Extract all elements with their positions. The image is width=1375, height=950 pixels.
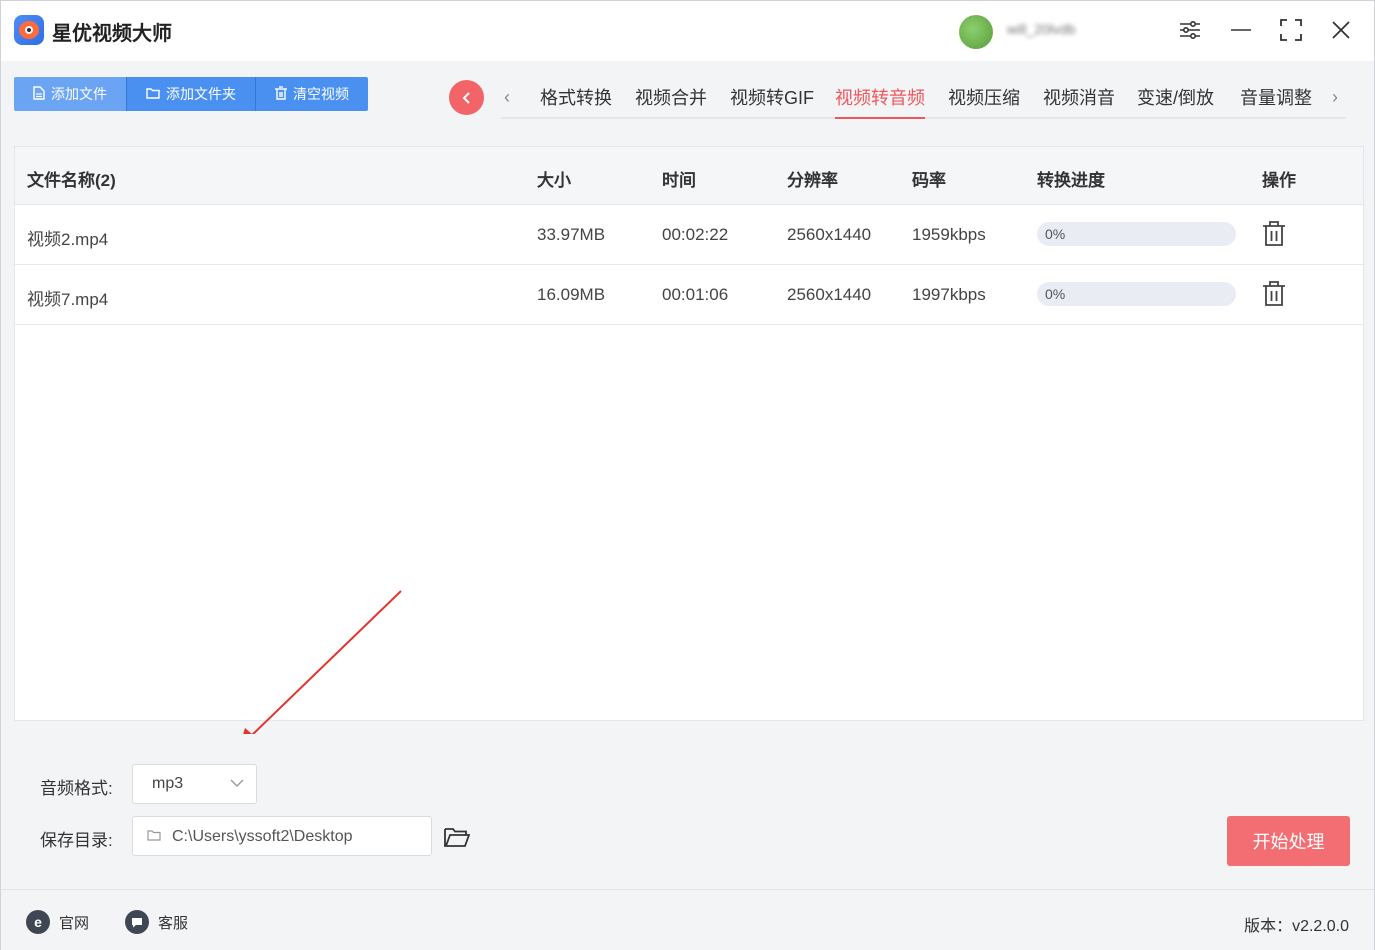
header-resolution: 分辨率 <box>787 171 838 190</box>
cell-resolution: 2560x1440 <box>787 225 872 244</box>
support-label: 客服 <box>158 914 189 932</box>
cell-size: 33.97MB <box>537 225 606 244</box>
progress-label: 0% <box>1045 286 1066 302</box>
trash-icon <box>275 85 287 103</box>
footer: e 官网 客服 版本：v2.2.0.0 <box>1 889 1374 950</box>
minimize-icon[interactable] <box>1226 15 1256 45</box>
maximize-icon[interactable] <box>1276 15 1306 45</box>
file-table: 文件名称(2) 大小 时间 分辨率 码率 转换进度 操作 视频2.mp4 33.… <box>14 146 1364 721</box>
close-icon[interactable] <box>1326 15 1356 45</box>
cell-time: 00:02:22 <box>662 225 729 244</box>
app-logo-icon <box>14 15 44 45</box>
add-file-label: 添加文件 <box>51 86 107 102</box>
cell-size: 16.09MB <box>537 285 606 304</box>
table-row[interactable]: 视频2.mp4 33.97MB 00:02:22 2560x1440 1959k… <box>15 205 1363 265</box>
audio-format-value: mp3 <box>152 775 184 792</box>
tab-video-mute[interactable]: 视频消音 <box>1043 84 1115 119</box>
back-button[interactable] <box>449 80 484 115</box>
user-account[interactable]: will_20lvdb <box>959 13 1159 49</box>
user-name: will_20lvdb <box>1007 21 1076 37</box>
chat-bubble-icon <box>125 910 149 934</box>
add-folder-label: 添加文件夹 <box>166 86 236 102</box>
cell-time: 00:01:06 <box>662 285 729 304</box>
header-time: 时间 <box>662 171 696 190</box>
app-title: 星优视频大师 <box>52 23 172 45</box>
cell-bitrate: 1997kbps <box>912 285 986 304</box>
add-folder-button[interactable]: 添加文件夹 <box>127 77 256 111</box>
cell-bitrate: 1959kbps <box>912 225 986 244</box>
cell-filename: 视频2.mp4 <box>27 230 109 249</box>
delete-trash-icon[interactable] <box>1262 281 1286 307</box>
cell-filename: 视频7.mp4 <box>27 290 109 309</box>
save-dir-input[interactable]: C:\Users\yssoft2\Desktop <box>132 816 432 856</box>
header-filename: 文件名称(2) <box>27 171 116 190</box>
header-action: 操作 <box>1262 171 1296 190</box>
delete-trash-icon[interactable] <box>1262 221 1286 247</box>
title-bar: 星优视频大师 will_20lvdb <box>1 1 1374 61</box>
folder-icon <box>146 87 160 102</box>
clear-video-label: 清空视频 <box>293 86 349 102</box>
progress-bar: 0% <box>1037 282 1236 306</box>
progress-bar: 0% <box>1037 222 1236 246</box>
tab-video-compress[interactable]: 视频压缩 <box>948 84 1020 119</box>
tab-video-to-gif[interactable]: 视频转GIF <box>730 84 814 119</box>
start-processing-button[interactable]: 开始处理 <box>1227 816 1350 866</box>
cell-resolution: 2560x1440 <box>787 285 872 304</box>
file-icon <box>33 85 45 103</box>
tab-video-to-audio[interactable]: 视频转音频 <box>835 84 925 119</box>
save-dir-label: 保存目录: <box>40 831 113 850</box>
folder-icon <box>147 830 161 841</box>
tab-scroll-left-icon[interactable]: ‹ <box>504 87 510 108</box>
table-row[interactable]: 视频7.mp4 16.09MB 00:01:06 2560x1440 1997k… <box>15 265 1363 325</box>
tab-volume-adjust[interactable]: 音量调整 <box>1240 84 1312 119</box>
annotation-arrow <box>239 590 402 748</box>
header-bitrate: 码率 <box>912 171 946 190</box>
ie-icon: e <box>26 910 50 934</box>
clear-video-button[interactable]: 清空视频 <box>256 77 368 111</box>
add-file-button[interactable]: 添加文件 <box>14 77 127 111</box>
toolbar: 添加文件 添加文件夹 清空视频 <box>14 77 368 111</box>
tab-scroll-right-icon[interactable]: › <box>1332 87 1338 108</box>
avatar[interactable] <box>959 15 993 49</box>
tab-format-convert[interactable]: 格式转换 <box>540 84 612 119</box>
website-link[interactable]: e 官网 <box>26 910 89 934</box>
header-size: 大小 <box>537 171 571 190</box>
feature-tabs: ‹ 格式转换 视频合并 视频转GIF 视频转音频 视频压缩 视频消音 变速/倒放… <box>501 79 1346 119</box>
sliders-icon[interactable] <box>1175 15 1205 45</box>
table-header: 文件名称(2) 大小 时间 分辨率 码率 转换进度 操作 <box>15 147 1363 205</box>
header-progress: 转换进度 <box>1037 171 1105 190</box>
open-folder-icon[interactable] <box>444 826 470 848</box>
website-label: 官网 <box>59 914 90 932</box>
tab-speed-reverse[interactable]: 变速/倒放 <box>1137 84 1214 119</box>
support-link[interactable]: 客服 <box>125 910 188 934</box>
audio-format-label: 音频格式: <box>40 779 113 798</box>
chevron-left-icon <box>462 91 470 104</box>
version-label: 版本：v2.2.0.0 <box>1244 918 1349 935</box>
save-dir-value: C:\Users\yssoft2\Desktop <box>172 828 353 845</box>
audio-format-select[interactable]: mp3 <box>132 764 257 804</box>
output-settings: 音频格式: mp3 保存目录: C:\Users\yssoft2\Desktop… <box>1 734 1374 884</box>
chevron-down-icon <box>230 773 244 796</box>
app-window: 星优视频大师 will_20lvdb 添加文件 添加文件夹 清空视频 ‹ 格式转… <box>0 0 1375 950</box>
tab-video-merge[interactable]: 视频合并 <box>635 84 707 119</box>
progress-label: 0% <box>1045 226 1066 242</box>
